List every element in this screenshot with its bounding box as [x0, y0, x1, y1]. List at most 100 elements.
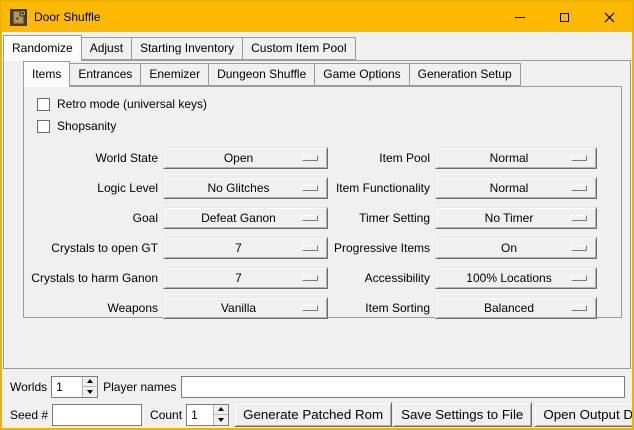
weapons-dropdown[interactable]: Vanilla [163, 297, 328, 319]
crystals-open-gt-dropdown[interactable]: 7 [163, 237, 328, 259]
close-icon [604, 12, 615, 23]
crystals-harm-ganon-value: 7 [235, 271, 242, 285]
save-settings-button[interactable]: Save Settings to File [392, 402, 532, 427]
timer-setting-dropdown[interactable]: No Timer [435, 207, 597, 229]
seed-row: Seed # Count Generate Patched Rom Save S… [5, 402, 629, 427]
progressive-items-dropdown[interactable]: On [435, 237, 597, 259]
generate-patched-rom-button[interactable]: Generate Patched Rom [234, 402, 392, 427]
item-functionality-dropdown[interactable]: Normal [435, 177, 597, 199]
seed-label: Seed # [10, 408, 48, 422]
minimize-button[interactable] [497, 2, 542, 32]
item-functionality-value: Normal [490, 181, 529, 195]
tab-items[interactable]: Items [23, 61, 70, 87]
item-sorting-dropdown[interactable]: Balanced [435, 297, 597, 319]
items-pane: Retro mode (universal keys) Shopsanity W… [23, 86, 622, 318]
arrow-up-icon [218, 407, 224, 411]
count-input[interactable] [187, 405, 213, 425]
tab-entrances[interactable]: Entrances [69, 63, 141, 86]
dropdown-indicator-icon [571, 155, 587, 161]
retro-mode-checkbox[interactable] [37, 98, 50, 111]
door-shuffle-window: Door Shuffle Randomize Adjust Starting I… [0, 0, 634, 430]
tab-randomize[interactable]: Randomize [3, 35, 82, 61]
shopsanity-checkbox-row: Shopsanity [24, 115, 621, 137]
dropdown-indicator-icon [571, 215, 587, 221]
crystals-open-gt-label: Crystals to open GT [24, 241, 158, 255]
world-state-value: Open [224, 151, 253, 165]
tab-dungeon-shuffle[interactable]: Dungeon Shuffle [208, 63, 315, 86]
timer-setting-label: Timer Setting [333, 211, 430, 225]
dropdown-indicator-icon [571, 245, 587, 251]
count-spinner-buttons [213, 405, 228, 425]
player-names-label: Player names [103, 380, 176, 394]
tab-dungeon-shuffle-label: Dungeon Shuffle [217, 67, 306, 81]
dropdown-indicator-icon [302, 185, 318, 191]
tab-enemizer[interactable]: Enemizer [140, 63, 209, 86]
item-pool-dropdown[interactable]: Normal [435, 147, 597, 169]
maximize-button[interactable] [542, 2, 587, 32]
timer-setting-value: No Timer [485, 211, 534, 225]
worlds-label: Worlds [10, 380, 47, 394]
logic-level-dropdown[interactable]: No Glitches [163, 177, 328, 199]
item-sorting-value: Balanced [484, 301, 534, 315]
retro-mode-checkbox-row: Retro mode (universal keys) [24, 93, 621, 115]
shopsanity-checkbox[interactable] [37, 120, 50, 133]
randomize-pane: Items Entrances Enemizer Dungeon Shuffle… [3, 60, 631, 369]
crystals-harm-ganon-dropdown[interactable]: 7 [163, 267, 328, 289]
count-label: Count [150, 408, 182, 422]
world-state-dropdown[interactable]: Open [163, 147, 328, 169]
seed-input[interactable] [52, 404, 142, 426]
tab-game-options[interactable]: Game Options [314, 63, 409, 86]
crystals-open-gt-value: 7 [235, 241, 242, 255]
maximize-icon [560, 13, 569, 22]
count-spin-down-button[interactable] [214, 414, 228, 425]
main-tab-bar: Randomize Adjust Starting Inventory Cust… [3, 35, 631, 60]
app-door-icon [10, 9, 27, 26]
bottom-bar: Worlds Player names Seed # Count [5, 375, 629, 427]
count-spin-up-button[interactable] [214, 405, 228, 415]
worlds-input[interactable] [52, 377, 82, 397]
dropdown-indicator-icon [302, 305, 318, 311]
tab-adjust[interactable]: Adjust [81, 37, 132, 60]
tab-starting-inventory[interactable]: Starting Inventory [131, 37, 243, 60]
tab-randomize-label: Randomize [12, 41, 73, 55]
sub-tab-bar: Items Entrances Enemizer Dungeon Shuffle… [23, 61, 630, 86]
worlds-spin-up-button[interactable] [83, 377, 97, 387]
tab-custom-item-pool[interactable]: Custom Item Pool [242, 37, 355, 60]
accessibility-dropdown[interactable]: 100% Locations [435, 267, 597, 289]
close-button[interactable] [587, 2, 632, 32]
player-names-input[interactable] [181, 376, 626, 398]
goal-label: Goal [24, 211, 158, 225]
titlebar[interactable]: Door Shuffle [2, 2, 632, 32]
tab-adjust-label: Adjust [90, 41, 123, 55]
arrow-down-icon [87, 390, 93, 394]
dropdown-indicator-icon [302, 275, 318, 281]
world-state-label: World State [24, 151, 158, 165]
item-pool-value: Normal [490, 151, 529, 165]
window-title: Door Shuffle [34, 10, 101, 24]
dropdown-indicator-icon [571, 305, 587, 311]
tab-enemizer-label: Enemizer [149, 67, 200, 81]
accessibility-label: Accessibility [333, 271, 430, 285]
progressive-items-label: Progressive Items [333, 241, 430, 255]
progressive-items-value: On [501, 241, 517, 255]
weapons-label: Weapons [24, 301, 158, 315]
tab-generation-setup[interactable]: Generation Setup [409, 63, 521, 86]
count-spinner[interactable] [186, 404, 229, 426]
dropdown-indicator-icon [302, 245, 318, 251]
item-pool-label: Item Pool [333, 151, 430, 165]
open-output-directory-button[interactable]: Open Output Directory [534, 402, 634, 427]
logic-level-label: Logic Level [24, 181, 158, 195]
worlds-spinner[interactable] [51, 376, 98, 398]
worlds-spin-down-button[interactable] [83, 386, 97, 397]
item-functionality-label: Item Functionality [333, 181, 430, 195]
logic-level-value: No Glitches [207, 181, 269, 195]
worlds-spinner-buttons [82, 377, 97, 397]
dropdown-indicator-icon [571, 275, 587, 281]
accessibility-value: 100% Locations [466, 271, 551, 285]
retro-mode-label: Retro mode (universal keys) [57, 97, 207, 111]
crystals-harm-ganon-label: Crystals to harm Ganon [24, 271, 158, 285]
goal-value: Defeat Ganon [201, 211, 276, 225]
minimize-icon [515, 17, 525, 18]
goal-dropdown[interactable]: Defeat Ganon [163, 207, 328, 229]
options-grid: World State Open Item Pool Normal Logic … [24, 147, 621, 319]
